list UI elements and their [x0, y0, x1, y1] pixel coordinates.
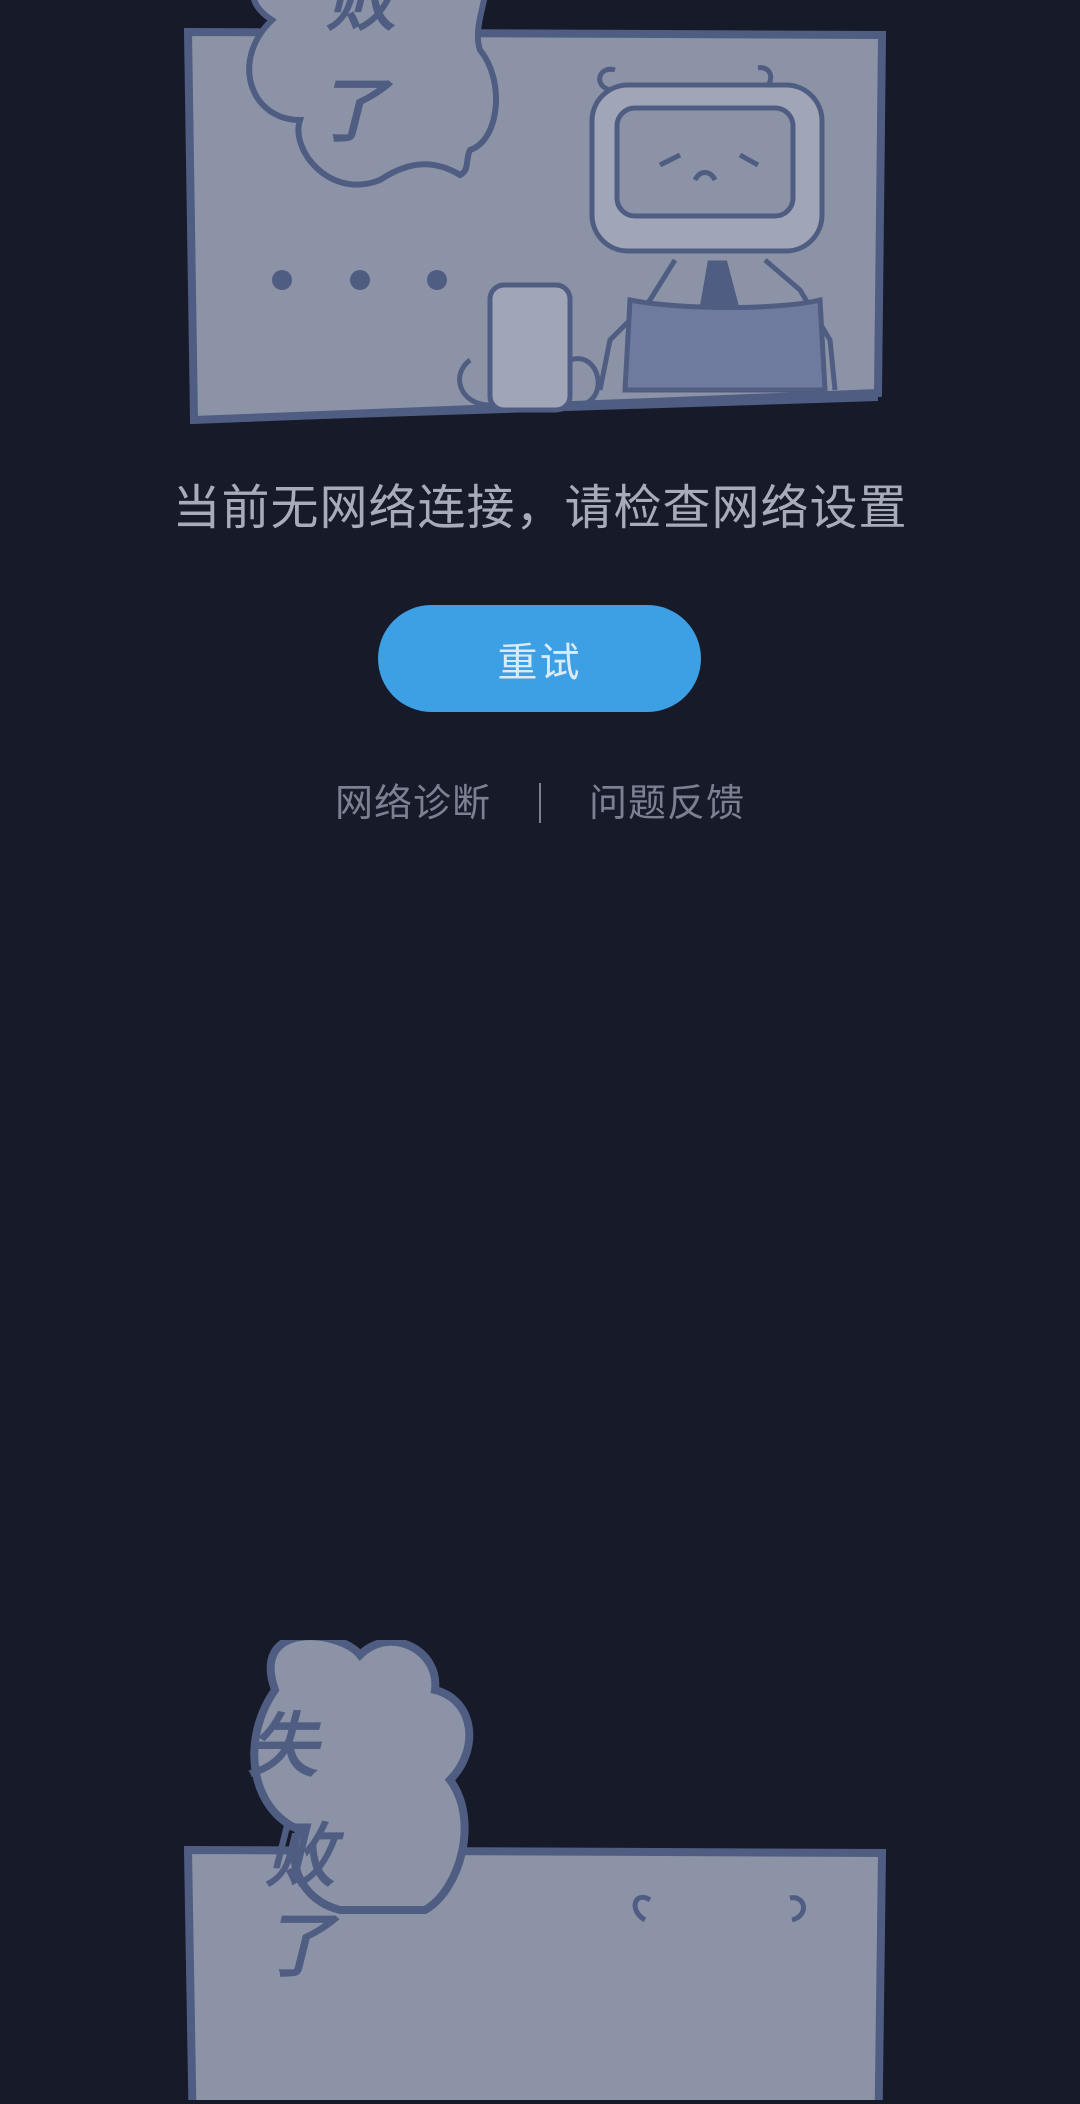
help-links: 网络诊断 问题反馈	[0, 775, 1080, 831]
feedback-link[interactable]: 问题反馈	[589, 775, 745, 831]
no-network-message: 当前无网络连接，请检查网络设置	[172, 480, 908, 536]
error-illustration-repeat: 失 败 了	[180, 1632, 900, 2104]
link-divider	[539, 783, 541, 823]
retry-button[interactable]: 重试	[378, 605, 701, 712]
network-diagnose-link[interactable]: 网络诊断	[335, 775, 491, 831]
error-illustration: 败 了	[180, 0, 900, 440]
